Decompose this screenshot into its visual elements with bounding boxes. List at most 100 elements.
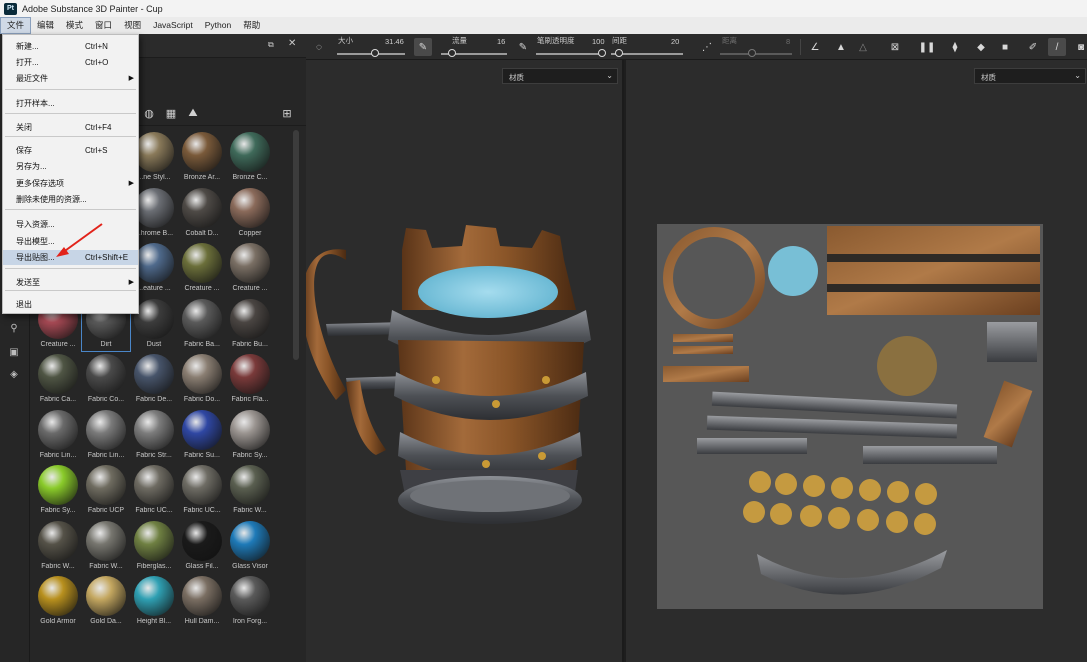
material-thumbnail[interactable]: Glass Visor: [226, 519, 274, 573]
viewport-3d[interactable]: 材质 ⌄: [301, 60, 624, 662]
menu-help[interactable]: 帮助: [237, 17, 266, 34]
flow-pen-icon[interactable]: ✎: [514, 38, 532, 56]
material-thumbnail[interactable]: Fabric Lin...: [82, 408, 130, 462]
shelf-icon[interactable]: ▣: [8, 346, 20, 358]
material-thumbnail[interactable]: Fabric Co...: [82, 352, 130, 406]
material-thumbnail[interactable]: Creature ...: [178, 241, 226, 295]
material-icon[interactable]: ◈: [8, 368, 20, 380]
menu-item-remove-unused[interactable]: 删除未使用的资源...: [3, 192, 138, 207]
view-grid-icon[interactable]: ⊞: [280, 106, 294, 120]
menu-item-open[interactable]: 打开... Ctrl+O: [3, 55, 138, 70]
viewport-3d-mode-select[interactable]: 材质 ⌄: [502, 68, 618, 84]
paint-tool-icon[interactable]: ✐: [1024, 38, 1042, 56]
symmetry-angle-icon[interactable]: ∠: [806, 38, 824, 56]
flow-value[interactable]: 16: [497, 37, 505, 46]
menu-item-new[interactable]: 新建... Ctrl+N: [3, 39, 138, 54]
material-thumbnail[interactable]: Copper: [226, 186, 274, 240]
camera-icon[interactable]: ■: [996, 38, 1014, 56]
material-sphere-icon: [182, 409, 222, 450]
backface-culling-icon[interactable]: ▲: [832, 38, 850, 56]
material-thumbnail[interactable]: Fabric Su...: [178, 408, 226, 462]
occlusion-icon[interactable]: △: [854, 38, 872, 56]
material-thumbnail[interactable]: Creature ...: [226, 241, 274, 295]
menu-item-send-to[interactable]: 发送至 ▶: [3, 275, 138, 290]
material-thumbnail[interactable]: Fabric Lin...: [34, 408, 82, 462]
menu-item-more-save-options[interactable]: 更多保存选项 ▶: [3, 176, 138, 191]
material-thumbnail[interactable]: Fabric UC...: [178, 463, 226, 517]
material-sphere-icon: [230, 354, 270, 394]
chevron-down-icon: ⌄: [1074, 71, 1081, 80]
layers-icon[interactable]: ⚲: [8, 322, 20, 334]
distance-slider[interactable]: [720, 53, 792, 55]
material-name: Dust: [146, 340, 162, 348]
brush-shape-icon[interactable]: ◌: [310, 38, 328, 56]
material-thumbnail[interactable]: Fabric Str...: [130, 408, 178, 462]
image-filter-icon[interactable]: ⛰: [186, 106, 200, 120]
brush-icon[interactable]: /: [1048, 38, 1066, 56]
material-thumbnail[interactable]: Height Bl...: [130, 574, 178, 628]
opacity-slider-handle[interactable]: [598, 49, 606, 57]
material-thumbnail[interactable]: Fabric UCP: [82, 463, 130, 517]
distance-slider-handle[interactable]: [748, 49, 756, 57]
material-thumbnail[interactable]: Fabric De...: [130, 352, 178, 406]
spacing-value[interactable]: 20: [671, 37, 679, 46]
material-thumbnail[interactable]: Glass Fil...: [178, 519, 226, 573]
material-thumbnail[interactable]: Fabric W...: [82, 519, 130, 573]
undock-icon[interactable]: ⧉: [268, 40, 274, 50]
material-thumbnail[interactable]: Fabric UC...: [130, 463, 178, 517]
size-slider-handle[interactable]: [371, 49, 379, 57]
material-thumbnail[interactable]: Fabric Do...: [178, 352, 226, 406]
menu-view[interactable]: 视图: [118, 17, 147, 34]
menu-item-close[interactable]: 关闭 Ctrl+F4: [3, 120, 138, 135]
shelf-scrollbar[interactable]: [293, 130, 299, 360]
texture-icon[interactable]: ⊠: [886, 38, 904, 56]
material-thumbnail[interactable]: Fabric Ba...: [178, 297, 226, 351]
material-thumbnail[interactable]: Iron Forg...: [226, 574, 274, 628]
pause-icon[interactable]: ❚❚: [918, 38, 936, 56]
material-name: Fabric UC...: [135, 507, 173, 514]
symmetry-icon[interactable]: ⧫: [946, 38, 964, 56]
lazy-mouse-icon[interactable]: ⋰: [698, 38, 716, 56]
spacing-slider-handle[interactable]: [615, 49, 623, 57]
menu-item-exit[interactable]: 退出: [3, 297, 138, 312]
menu-item-open-sample[interactable]: 打开样本...: [3, 96, 138, 111]
screenshot-icon[interactable]: ◙: [1072, 38, 1087, 56]
menu-window[interactable]: 窗口: [89, 17, 118, 34]
opacity-value[interactable]: 100: [592, 37, 605, 46]
material-thumbnail[interactable]: Fabric Bu...: [226, 297, 274, 351]
close-icon[interactable]: ✕: [288, 38, 296, 49]
material-thumbnail[interactable]: Fabric Sy...: [226, 408, 274, 462]
menu-file[interactable]: 文件: [0, 17, 32, 34]
material-thumbnail[interactable]: Bronze Ar...: [178, 130, 226, 184]
menu-mode[interactable]: 模式: [60, 17, 89, 34]
viewport-2d-mode-select[interactable]: 材质 ⌄: [974, 68, 1086, 84]
material-thumbnail[interactable]: Hull Dam...: [178, 574, 226, 628]
menu-edit[interactable]: 编辑: [31, 17, 60, 34]
material-thumbnail[interactable]: Bronze C...: [226, 130, 274, 184]
flow-slider-handle[interactable]: [448, 49, 456, 57]
viewport-2d[interactable]: 材质 ⌄: [626, 60, 1087, 662]
grid-filter-icon[interactable]: ▦: [164, 106, 178, 120]
material-thumbnail[interactable]: Fabric Sy...: [34, 463, 82, 517]
pen-pressure-icon[interactable]: ✎: [414, 38, 432, 56]
menu-item-label: 关闭: [16, 123, 32, 132]
menu-item-save-as[interactable]: 另存为...: [3, 159, 138, 174]
material-thumbnail[interactable]: Fabric W...: [34, 519, 82, 573]
material-thumbnail[interactable]: Gold Da...: [82, 574, 130, 628]
sphere-filter-icon[interactable]: ◍: [142, 106, 156, 120]
material-thumbnail[interactable]: Fabric Ca...: [34, 352, 82, 406]
material-thumbnail[interactable]: Fabric Fla...: [226, 352, 274, 406]
menu-item-recent-files[interactable]: 最近文件 ▶: [3, 71, 138, 86]
menu-javascript[interactable]: JavaScript: [147, 17, 199, 34]
size-value[interactable]: 31.46: [385, 37, 404, 46]
menu-item-save[interactable]: 保存 Ctrl+S: [3, 143, 138, 158]
opacity-slider[interactable]: [536, 53, 602, 55]
material-thumbnail[interactable]: Fiberglas...: [130, 519, 178, 573]
material-thumbnail[interactable]: Cobalt D...: [178, 186, 226, 240]
distance-value[interactable]: 8: [786, 37, 790, 46]
cube-icon[interactable]: ◆: [972, 38, 990, 56]
menu-python[interactable]: Python: [199, 17, 237, 34]
material-thumbnail[interactable]: Fabric W...: [226, 463, 274, 517]
menu-item-label: 导入资源...: [16, 220, 55, 229]
material-thumbnail[interactable]: Gold Armor: [34, 574, 82, 628]
